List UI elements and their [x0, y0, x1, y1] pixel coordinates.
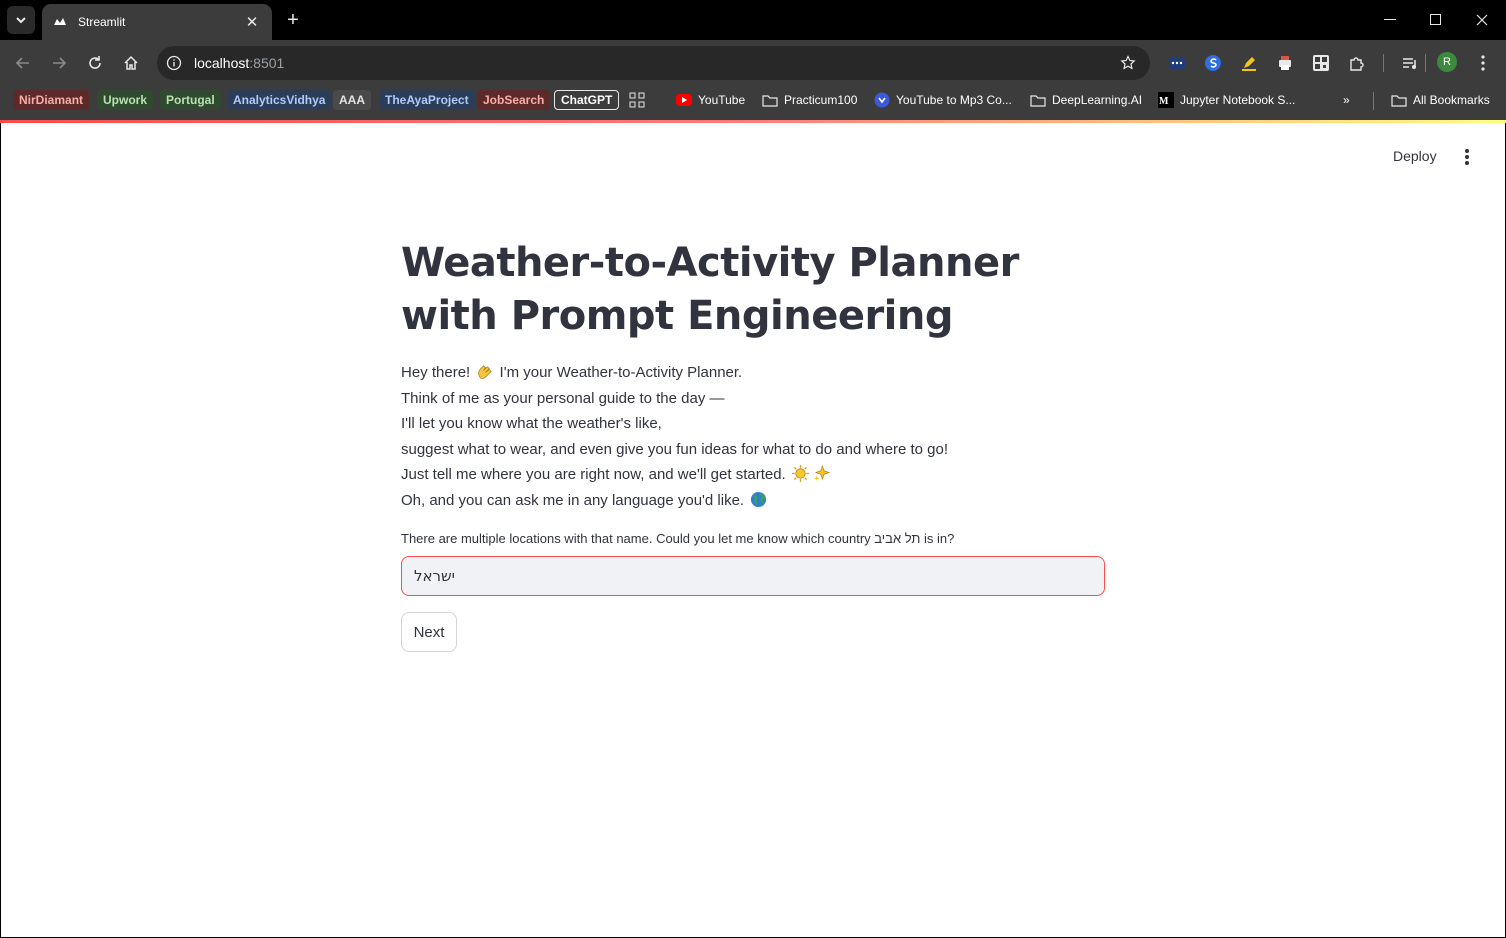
tab-title: Streamlit — [78, 15, 126, 29]
close-window-icon[interactable] — [1459, 0, 1505, 40]
globe-icon — [751, 491, 767, 508]
url-host: localhost — [194, 55, 250, 71]
sun-icon — [791, 465, 809, 483]
bookmark-chip[interactable]: Portugal — [160, 90, 221, 110]
bookmark-youtube[interactable]: YouTube — [676, 90, 745, 110]
medium-icon: M — [1158, 92, 1174, 108]
close-tab-icon[interactable]: ✕ — [242, 13, 262, 31]
bookmark-label: Jupyter Notebook S... — [1180, 93, 1296, 107]
streamlit-favicon-icon — [52, 14, 68, 30]
bookmark-folder-deeplearning[interactable]: DeepLearning.AI — [1030, 90, 1142, 110]
waving-hand-icon — [478, 365, 493, 379]
sparkles-icon — [813, 465, 830, 482]
deploy-button[interactable]: Deploy — [1393, 148, 1437, 164]
minimize-icon[interactable] — [1367, 0, 1413, 40]
bookmark-label: DeepLearning.AI — [1052, 93, 1143, 107]
browser-toolbar: localhost:8501 R — [0, 40, 1506, 86]
intro-line-text: Hey there! — [401, 364, 471, 381]
country-input[interactable] — [401, 556, 1105, 596]
folder-icon — [1030, 94, 1046, 107]
svg-text:M: M — [1159, 96, 1169, 107]
bookmark-chip[interactable]: ChatGPT — [554, 90, 620, 110]
bookmarks-bar: NirDiamant Upwork Portugal AnalyticsVidh… — [0, 86, 1506, 122]
intro-line: I'll let you know what the weather's lik… — [401, 415, 662, 433]
media-control-icon[interactable] — [1400, 53, 1420, 73]
intro-line-text: Just tell me where you are right now, an… — [401, 466, 786, 484]
bookmark-chip[interactable]: Upwork — [97, 90, 154, 110]
toolbar-divider — [1383, 54, 1384, 72]
tab-strip: Streamlit ✕ + — [0, 0, 1506, 40]
intro-text: Hey there! I'm your Weather-to-Activity … — [401, 360, 1121, 514]
all-bookmarks-folder[interactable]: All Bookmarks — [1391, 90, 1490, 110]
more-bookmarks-icon[interactable]: » — [1343, 90, 1350, 110]
question-label: There are multiple locations with that n… — [401, 531, 955, 546]
back-icon[interactable] — [11, 52, 35, 74]
bookmark-star-icon[interactable] — [1120, 55, 1136, 71]
url-port: :8501 — [249, 55, 285, 71]
site-info-icon[interactable] — [166, 55, 182, 71]
yt-mp3-icon — [874, 92, 890, 108]
folder-icon — [1391, 94, 1407, 107]
toolbar-divider — [1425, 54, 1426, 72]
url-text: localhost:8501 — [194, 55, 284, 71]
extension-dots-icon[interactable] — [1167, 53, 1187, 73]
bookmark-label: YouTube to Mp3 Co... — [896, 93, 1012, 107]
bookmark-jupyter[interactable]: M Jupyter Notebook S... — [1158, 90, 1295, 110]
next-button[interactable]: Next — [401, 612, 457, 652]
youtube-icon — [676, 94, 692, 106]
bookmark-chip[interactable]: JobSearch — [477, 90, 551, 110]
maximize-icon[interactable] — [1413, 0, 1459, 40]
browser-tab[interactable]: Streamlit ✕ — [42, 4, 272, 40]
intro-line-text: Oh, and you can ask me in any language y… — [401, 491, 745, 509]
reload-icon[interactable] — [83, 52, 107, 74]
extensions-puzzle-icon[interactable] — [1347, 53, 1367, 73]
intro-line: Hey there! I'm your Weather-to-Activity … — [401, 360, 1121, 386]
bookmark-chip[interactable]: AAA — [333, 90, 371, 110]
country-input-wrapper — [401, 556, 1105, 596]
chevron-down-icon — [16, 17, 26, 24]
new-tab-button[interactable]: + — [282, 9, 304, 31]
main-menu-icon[interactable] — [1458, 148, 1476, 168]
bookmark-chip[interactable]: TheAyaProject — [379, 90, 475, 110]
intro-line: suggest what to wear, and even give you … — [401, 440, 949, 458]
intro-line: Just tell me where you are right now, an… — [401, 462, 1121, 488]
bookmark-label: YouTube — [698, 93, 746, 107]
address-bar[interactable]: localhost:8501 — [157, 46, 1150, 80]
bookmark-chip[interactable]: AnalyticsVidhya — [227, 90, 332, 110]
page-title: Weather-to-Activity Planner with Prompt … — [401, 240, 1019, 339]
intro-line-text: I'm your Weather-to-Activity Planner. — [499, 364, 743, 381]
intro-line: Think of me as your personal guide to th… — [401, 389, 725, 407]
apps-grid-icon[interactable] — [629, 90, 645, 110]
forward-icon[interactable] — [47, 52, 71, 74]
bookmark-chip[interactable]: NirDiamant — [13, 90, 90, 110]
intro-line: Oh, and you can ask me in any language y… — [401, 488, 1121, 514]
home-icon[interactable] — [119, 52, 143, 74]
extension-s-icon[interactable] — [1203, 53, 1223, 73]
browser-menu-icon[interactable] — [1473, 53, 1493, 73]
printer-icon[interactable] — [1275, 53, 1295, 73]
profile-avatar[interactable]: R — [1437, 52, 1457, 72]
bookmark-folder-practicum[interactable]: Practicum100 — [762, 90, 857, 110]
bookmarks-divider — [1373, 92, 1374, 110]
bookmark-label: Practicum100 — [784, 93, 858, 107]
bookmark-label: All Bookmarks — [1413, 93, 1490, 107]
highlighter-icon[interactable] — [1239, 53, 1259, 73]
bookmark-yt-mp3[interactable]: YouTube to Mp3 Co... — [874, 90, 1012, 110]
streamlit-header-decoration — [0, 120, 1506, 123]
tab-search-button[interactable] — [7, 6, 35, 34]
folder-icon — [762, 94, 778, 107]
qr-code-icon[interactable] — [1311, 53, 1331, 73]
